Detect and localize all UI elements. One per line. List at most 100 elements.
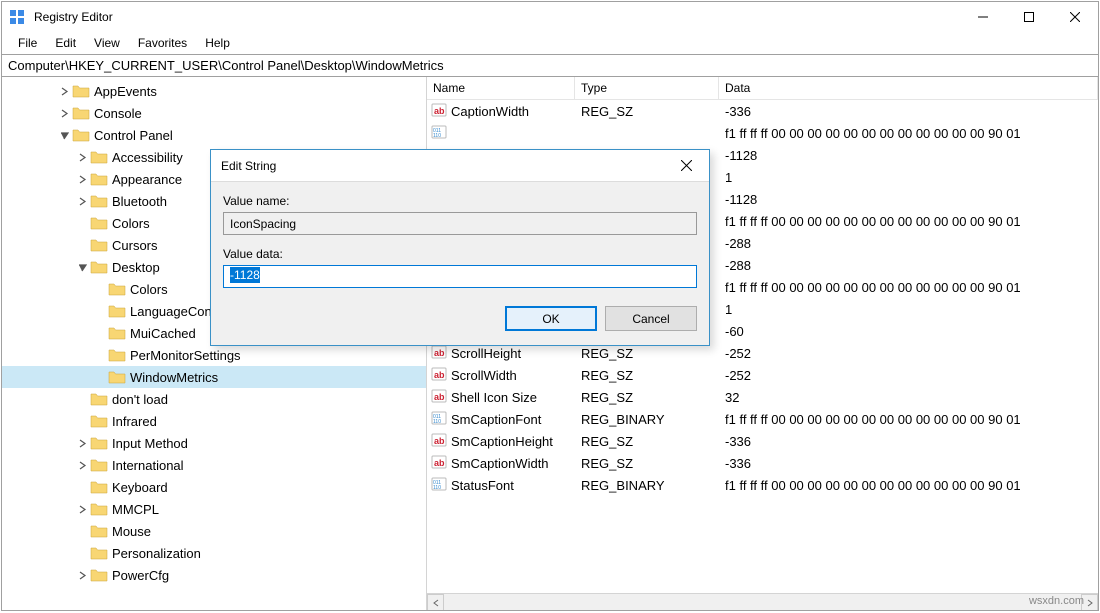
svg-text:110: 110: [433, 419, 441, 425]
list-row[interactable]: abSmCaptionWidthREG_SZ-336: [427, 452, 1098, 474]
cancel-button[interactable]: Cancel: [605, 306, 697, 331]
svg-text:110: 110: [433, 133, 441, 139]
expand-none: [74, 413, 90, 429]
value-data-input[interactable]: -1128: [223, 265, 697, 288]
value-type: REG_SZ: [575, 346, 719, 361]
scroll-track[interactable]: [444, 594, 1081, 610]
value-type: REG_BINARY: [575, 478, 719, 493]
menu-view[interactable]: View: [86, 34, 128, 52]
menu-edit[interactable]: Edit: [47, 34, 84, 52]
expand-none: [74, 479, 90, 495]
dialog-body: Value name: Value data: -1128 OK Cancel: [211, 182, 709, 345]
value-data: f1 ff ff ff 00 00 00 00 00 00 00 00 00 0…: [719, 214, 1098, 229]
tree-item[interactable]: Mouse: [2, 520, 426, 542]
expand-closed-icon[interactable]: [74, 193, 90, 209]
menubar: File Edit View Favorites Help: [2, 32, 1098, 54]
expand-closed-icon[interactable]: [56, 105, 72, 121]
tree-item[interactable]: Control Panel: [2, 124, 426, 146]
menu-file[interactable]: File: [10, 34, 45, 52]
tree-item[interactable]: MMCPL: [2, 498, 426, 520]
value-name: ScrollWidth: [451, 368, 517, 383]
expand-none: [74, 237, 90, 253]
tree-item[interactable]: Infrared: [2, 410, 426, 432]
expand-open-icon[interactable]: [74, 259, 90, 275]
list-row[interactable]: 011110f1 ff ff ff 00 00 00 00 00 00 00 0…: [427, 122, 1098, 144]
svg-text:110: 110: [433, 485, 441, 491]
expand-closed-icon[interactable]: [74, 171, 90, 187]
expand-none: [74, 215, 90, 231]
tree-item-label: Cursors: [112, 238, 158, 253]
list-row[interactable]: abShell Icon SizeREG_SZ32: [427, 386, 1098, 408]
tree-item-label: WindowMetrics: [130, 370, 218, 385]
minimize-button[interactable]: [960, 2, 1006, 32]
folder-icon: [72, 105, 90, 121]
tree-item[interactable]: Keyboard: [2, 476, 426, 498]
tree-item[interactable]: PowerCfg: [2, 564, 426, 586]
value-data: -336: [719, 456, 1098, 471]
expand-closed-icon[interactable]: [74, 501, 90, 517]
dialog-titlebar[interactable]: Edit String: [211, 150, 709, 182]
folder-icon: [90, 457, 108, 473]
ok-button[interactable]: OK: [505, 306, 597, 331]
col-header-data[interactable]: Data: [719, 77, 1098, 99]
close-button[interactable]: [1052, 2, 1098, 32]
tree-item[interactable]: WindowMetrics: [2, 366, 426, 388]
value-data: f1 ff ff ff 00 00 00 00 00 00 00 00 00 0…: [719, 280, 1098, 295]
folder-icon: [90, 391, 108, 407]
col-header-name[interactable]: Name: [427, 77, 575, 99]
value-name-label: Value name:: [223, 194, 697, 208]
folder-icon: [90, 237, 108, 253]
tree-item[interactable]: don't load: [2, 388, 426, 410]
binary-value-icon: 011110: [431, 476, 449, 494]
dialog-title: Edit String: [221, 159, 276, 173]
expand-closed-icon[interactable]: [74, 435, 90, 451]
expand-closed-icon[interactable]: [74, 457, 90, 473]
svg-text:ab: ab: [434, 458, 445, 468]
tree-item-label: PowerCfg: [112, 568, 169, 583]
expand-closed-icon[interactable]: [74, 149, 90, 165]
maximize-button[interactable]: [1006, 2, 1052, 32]
list-row[interactable]: 011110SmCaptionFontREG_BINARYf1 ff ff ff…: [427, 408, 1098, 430]
string-value-icon: ab: [431, 454, 449, 472]
watermark: wsxdn.com: [1029, 595, 1084, 607]
edit-string-dialog: Edit String Value name: Value data: -112…: [210, 149, 710, 346]
expand-open-icon[interactable]: [56, 127, 72, 143]
list-row[interactable]: abSmCaptionHeightREG_SZ-336: [427, 430, 1098, 452]
folder-icon: [108, 303, 126, 319]
folder-icon: [90, 567, 108, 583]
tree-item-label: Appearance: [112, 172, 182, 187]
tree-item[interactable]: Input Method: [2, 432, 426, 454]
expand-closed-icon[interactable]: [56, 83, 72, 99]
address-bar[interactable]: Computer\HKEY_CURRENT_USER\Control Panel…: [2, 54, 1098, 77]
string-value-icon: ab: [431, 432, 449, 450]
tree-item[interactable]: Personalization: [2, 542, 426, 564]
scroll-left-arrow[interactable]: [427, 594, 444, 610]
value-name: SmCaptionHeight: [451, 434, 553, 449]
folder-icon: [90, 479, 108, 495]
folder-icon: [90, 435, 108, 451]
expand-closed-icon[interactable]: [74, 567, 90, 583]
value-data: -1128: [719, 192, 1098, 207]
list-row[interactable]: abCaptionWidthREG_SZ-336: [427, 100, 1098, 122]
value-name: SmCaptionWidth: [451, 456, 549, 471]
value-data: 1: [719, 302, 1098, 317]
tree-item[interactable]: AppEvents: [2, 80, 426, 102]
menu-help[interactable]: Help: [197, 34, 238, 52]
value-data: -252: [719, 346, 1098, 361]
window-title: Registry Editor: [34, 10, 113, 24]
tree-item-label: PerMonitorSettings: [130, 348, 241, 363]
svg-text:ab: ab: [434, 348, 445, 358]
tree-item[interactable]: International: [2, 454, 426, 476]
string-value-icon: ab: [431, 388, 449, 406]
tree-item[interactable]: PerMonitorSettings: [2, 344, 426, 366]
col-header-type[interactable]: Type: [575, 77, 719, 99]
horizontal-scrollbar[interactable]: [427, 593, 1098, 610]
tree-item[interactable]: Console: [2, 102, 426, 124]
dialog-close-button[interactable]: [665, 150, 707, 182]
folder-icon: [72, 83, 90, 99]
list-row[interactable]: abScrollWidthREG_SZ-252: [427, 364, 1098, 386]
list-row[interactable]: 011110StatusFontREG_BINARYf1 ff ff ff 00…: [427, 474, 1098, 496]
tree-item-label: International: [112, 458, 184, 473]
string-value-icon: ab: [431, 344, 449, 362]
menu-favorites[interactable]: Favorites: [130, 34, 195, 52]
